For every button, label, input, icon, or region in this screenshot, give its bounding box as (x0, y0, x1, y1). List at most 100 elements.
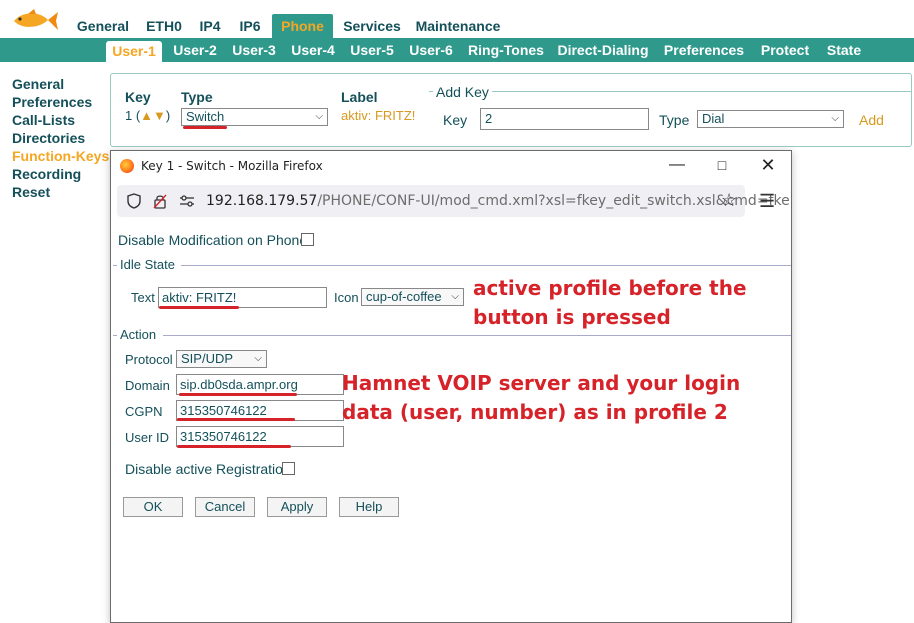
nav-ip4[interactable]: IP4 (194, 14, 226, 38)
action-divider (163, 335, 791, 336)
cgpn-value: 315350746122 (180, 403, 267, 418)
permissions-icon[interactable] (179, 195, 195, 207)
annotation-line: active profile before the (473, 276, 747, 300)
function-key-panel: Key Type Label 1 (▲▼) Switch ⌵ aktiv: FR… (110, 73, 912, 147)
url-host: 192.168.179.57 (206, 193, 318, 209)
tab-user-2[interactable]: User-2 (169, 40, 221, 62)
maximize-icon[interactable]: □ (712, 155, 732, 175)
action-legend: Action (120, 327, 157, 342)
star-icon[interactable]: ☆ (721, 190, 737, 211)
annotation-underline-domain (179, 393, 297, 396)
userid-value: 315350746122 (180, 429, 267, 444)
side-item-preferences[interactable]: Preferences (12, 93, 109, 111)
addkey-legend: Add Key (433, 84, 492, 100)
action-divider-left (113, 335, 117, 336)
add-key-link[interactable]: Add (859, 112, 884, 128)
url-bar[interactable]: 192.168.179.57/PHONE/CONF-UI/mod_cmd.xml… (117, 185, 790, 217)
side-item-recording[interactable]: Recording (12, 165, 109, 183)
lock-icon[interactable] (153, 193, 167, 209)
url-path: /PHONE/CONF-UI/mod_cmd.xml?xsl=fkey_edit… (317, 193, 790, 209)
sub-nav: User-1 User-2 User-3 User-4 User-5 User-… (0, 38, 914, 63)
shield-icon[interactable] (127, 193, 141, 209)
cgpn-label: CGPN (125, 404, 163, 419)
disable-registration-label: Disable active Registration (125, 461, 291, 477)
tab-ring-tones[interactable]: Ring-Tones (465, 40, 547, 62)
annotation-active-profile: active profile before the button is pres… (473, 274, 747, 332)
addkey-type-label: Type (659, 112, 690, 128)
side-item-call-lists[interactable]: Call-Lists (12, 111, 109, 129)
minimize-icon[interactable]: — (667, 155, 687, 175)
side-item-reset[interactable]: Reset (12, 183, 109, 201)
idle-text-value: aktiv: FRITZ! (162, 290, 237, 305)
key-type-select[interactable]: Switch ⌵ (181, 108, 328, 126)
chevron-down-icon: ⌵ (315, 111, 323, 122)
tab-direct-dialing[interactable]: Direct-Dialing (555, 40, 651, 62)
tab-user-5[interactable]: User-5 (346, 40, 398, 62)
window-title: Key 1 - Switch - Mozilla Firefox (141, 159, 323, 173)
close-icon[interactable]: ✕ (758, 155, 778, 175)
apply-button[interactable]: Apply (267, 497, 327, 517)
main-nav: General ETH0 IP4 IP6 Phone Services Main… (0, 14, 914, 38)
addkey-key-label: Key (443, 112, 468, 128)
window-titlebar[interactable]: Key 1 - Switch - Mozilla Firefox — □ ✕ (111, 151, 791, 181)
annotation-underline-cgpn (177, 418, 295, 421)
nav-ip6[interactable]: IP6 (234, 14, 266, 38)
key-number: 1 (▲▼) (125, 108, 170, 123)
addkey-key-value: 2 (485, 111, 493, 126)
cancel-button[interactable]: Cancel (195, 497, 255, 517)
idle-icon-select[interactable]: cup-of-coffee ⌵ (361, 288, 464, 306)
hamburger-menu-icon[interactable]: ☰ (759, 191, 775, 212)
disable-registration-checkbox[interactable] (282, 462, 295, 475)
key-move-arrows[interactable]: ▲▼ (140, 108, 166, 123)
annotation-line: button is pressed (473, 305, 671, 329)
tab-protect[interactable]: Protect (757, 40, 813, 62)
protocol-label: Protocol (125, 352, 173, 367)
key-number-close: ) (165, 108, 171, 123)
side-item-general[interactable]: General (12, 75, 109, 93)
side-item-function-keys[interactable]: Function-Keys (12, 147, 109, 165)
nav-services[interactable]: Services (340, 14, 404, 38)
tab-state[interactable]: State (823, 40, 865, 62)
tab-user-1[interactable]: User-1 (106, 41, 162, 63)
side-menu: General Preferences Call-Lists Directori… (12, 75, 109, 201)
protocol-value: SIP/UDP (181, 351, 234, 366)
help-button[interactable]: Help (339, 497, 399, 517)
idle-icon-value: cup-of-coffee (366, 289, 442, 304)
chevron-down-icon: ⌵ (451, 291, 459, 302)
nav-eth0[interactable]: ETH0 (141, 14, 187, 38)
key-number-value: 1 ( (125, 108, 141, 123)
tab-user-6[interactable]: User-6 (405, 40, 457, 62)
tab-user-4[interactable]: User-4 (287, 40, 339, 62)
domain-input[interactable]: sip.db0sda.ampr.org (176, 374, 344, 395)
chevron-down-icon: ⌵ (831, 113, 839, 124)
domain-label: Domain (125, 378, 170, 393)
side-item-directories[interactable]: Directories (12, 129, 109, 147)
userid-input[interactable]: 315350746122 (176, 426, 344, 447)
text-label: Text (131, 290, 155, 305)
nav-maintenance[interactable]: Maintenance (412, 14, 504, 38)
idle-state-legend: Idle State (120, 257, 175, 272)
annotation-underline-userid (177, 445, 291, 448)
key-header: Key (125, 89, 151, 105)
addkey-border (429, 91, 911, 92)
ok-button[interactable]: OK (123, 497, 183, 517)
idle-text-input[interactable]: aktiv: FRITZ! (158, 287, 327, 308)
nav-general[interactable]: General (70, 14, 136, 38)
nav-phone[interactable]: Phone (272, 14, 333, 38)
type-header: Type (181, 89, 213, 105)
disable-modification-checkbox[interactable] (301, 233, 314, 246)
tab-preferences[interactable]: Preferences (661, 40, 747, 62)
tab-user-3[interactable]: User-3 (228, 40, 280, 62)
label-header: Label (341, 89, 378, 105)
userid-label: User ID (125, 430, 170, 445)
key-label-value[interactable]: aktiv: FRITZ! (341, 108, 415, 123)
idle-state-divider (181, 265, 791, 266)
addkey-key-input[interactable]: 2 (480, 108, 649, 130)
disable-modification-label: Disable Modification on Phone (118, 232, 308, 248)
annotation-line: Hamnet VOIP server and your login (342, 371, 741, 395)
addkey-type-select[interactable]: Dial ⌵ (697, 110, 844, 128)
url-text[interactable]: 192.168.179.57/PHONE/CONF-UI/mod_cmd.xml… (206, 193, 790, 209)
protocol-select[interactable]: SIP/UDP ⌵ (176, 350, 267, 368)
key-type-value: Switch (186, 109, 225, 124)
chevron-down-icon: ⌵ (254, 353, 262, 364)
